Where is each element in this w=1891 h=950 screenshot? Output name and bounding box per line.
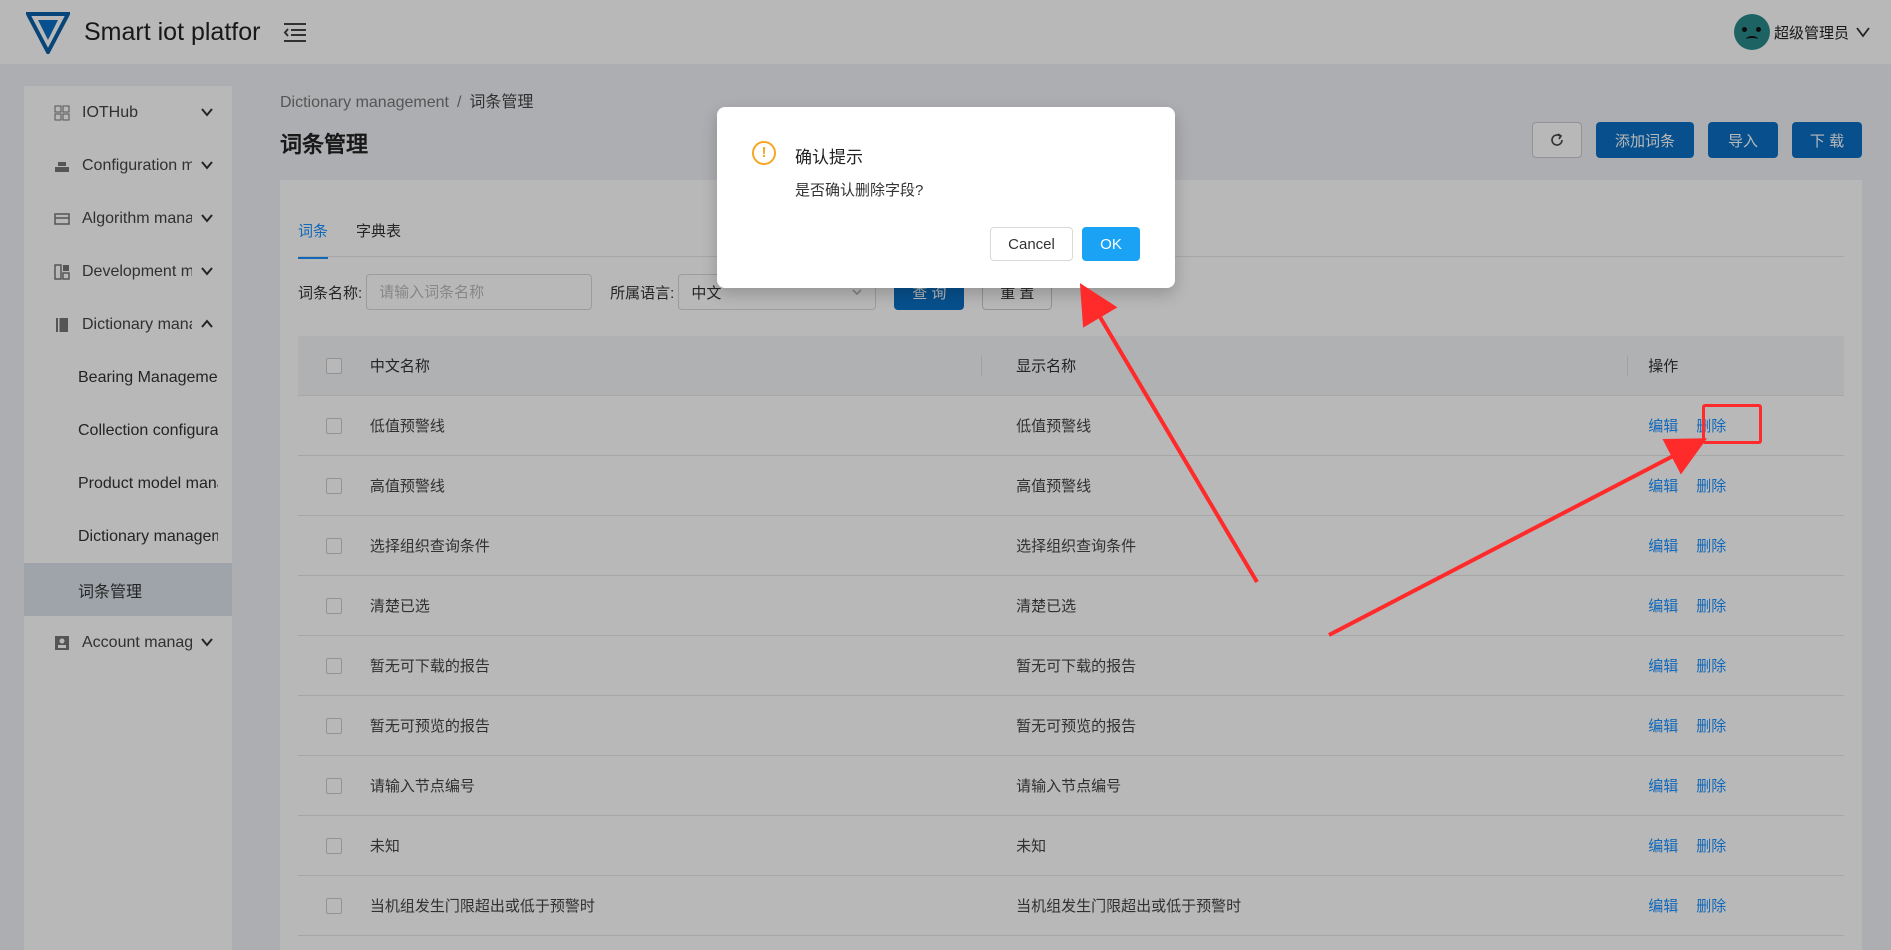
cancel-button[interactable]: Cancel: [990, 227, 1073, 261]
ok-button[interactable]: OK: [1082, 227, 1140, 261]
dialog-title: 确认提示: [795, 148, 863, 167]
warning-icon: !: [752, 141, 776, 165]
annotation-highlight-box: [1702, 404, 1762, 444]
confirm-dialog: ! 确认提示 是否确认删除字段? Cancel OK: [717, 107, 1175, 288]
dialog-message: 是否确认删除字段?: [795, 182, 924, 199]
